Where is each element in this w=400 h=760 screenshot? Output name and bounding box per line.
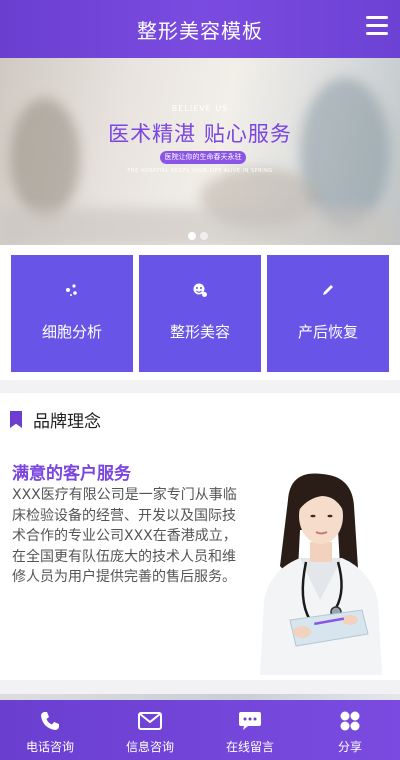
nav-label: 电话咨询 — [25, 740, 74, 754]
service-tiles: 细胞分析 整形美容 产后恢复 — [0, 245, 400, 380]
top-header: 整形美容模板 — [0, 0, 400, 58]
mail-icon — [138, 709, 162, 733]
nav-label: 在线留言 — [225, 740, 274, 754]
bookmark-icon — [10, 411, 22, 428]
carousel-dots — [188, 232, 208, 240]
section-title: 品牌理念 — [33, 412, 101, 432]
hero-banner[interactable]: BELIEVE US 医术精湛 贴心服务 医院让你的生命春天永驻 THE HOS… — [0, 58, 400, 245]
service-tile-cell-analysis[interactable]: 细胞分析 — [11, 255, 133, 372]
page: 整形美容模板 BELIEVE US 医术精湛 贴心服务 医院让你的生命春天永驻 … — [0, 0, 400, 760]
service-label: 细胞分析 — [41, 323, 102, 341]
nav-phone[interactable]: 电话咨询 — [0, 700, 100, 760]
banner-pill: 医院让你的生命春天永驻 — [160, 151, 246, 164]
carousel-dot-2[interactable] — [200, 232, 208, 240]
pen-icon — [319, 281, 337, 299]
section-heading: 品牌理念 — [10, 407, 101, 432]
face-icon — [191, 281, 209, 299]
hamburger-menu-icon[interactable] — [366, 16, 388, 36]
nav-label: 分享 — [337, 740, 362, 754]
banner-small-text: THE HOSPITAL KEEPS YOUR LIFE ALIVE IN SP… — [127, 168, 273, 174]
cell-icon — [63, 281, 81, 299]
nav-label: 信息咨询 — [125, 740, 174, 754]
banner-eyebrow: BELIEVE US — [171, 104, 229, 113]
banner-slogan: 医术精湛 贴心服务 — [108, 122, 292, 146]
nav-online-message[interactable]: 在线留言 — [200, 700, 300, 760]
doctor-photo — [260, 473, 382, 675]
carousel-dot-1[interactable] — [188, 232, 196, 240]
brand-description: XXX医疗有限公司是一家专门从事临床检验设备的经营、开发以及国际技术合作的专业公… — [12, 487, 237, 585]
nav-share[interactable]: 分享 — [300, 700, 400, 760]
phone-icon — [38, 709, 62, 733]
page-title: 整形美容模板 — [137, 18, 263, 43]
brand-subtitle[interactable]: 满意的客户服务 — [12, 459, 131, 484]
share-icon — [338, 709, 362, 733]
bottom-nav: 电话咨询 信息咨询 在线留言 分享 — [0, 700, 400, 760]
nav-message[interactable]: 信息咨询 — [100, 700, 200, 760]
service-tile-postpartum[interactable]: 产后恢复 — [267, 255, 389, 372]
chat-icon — [238, 709, 262, 733]
service-tile-cosmetic[interactable]: 整形美容 — [139, 255, 261, 372]
service-label: 产后恢复 — [297, 323, 358, 341]
service-label: 整形美容 — [169, 323, 230, 341]
section-gap — [0, 680, 400, 694]
